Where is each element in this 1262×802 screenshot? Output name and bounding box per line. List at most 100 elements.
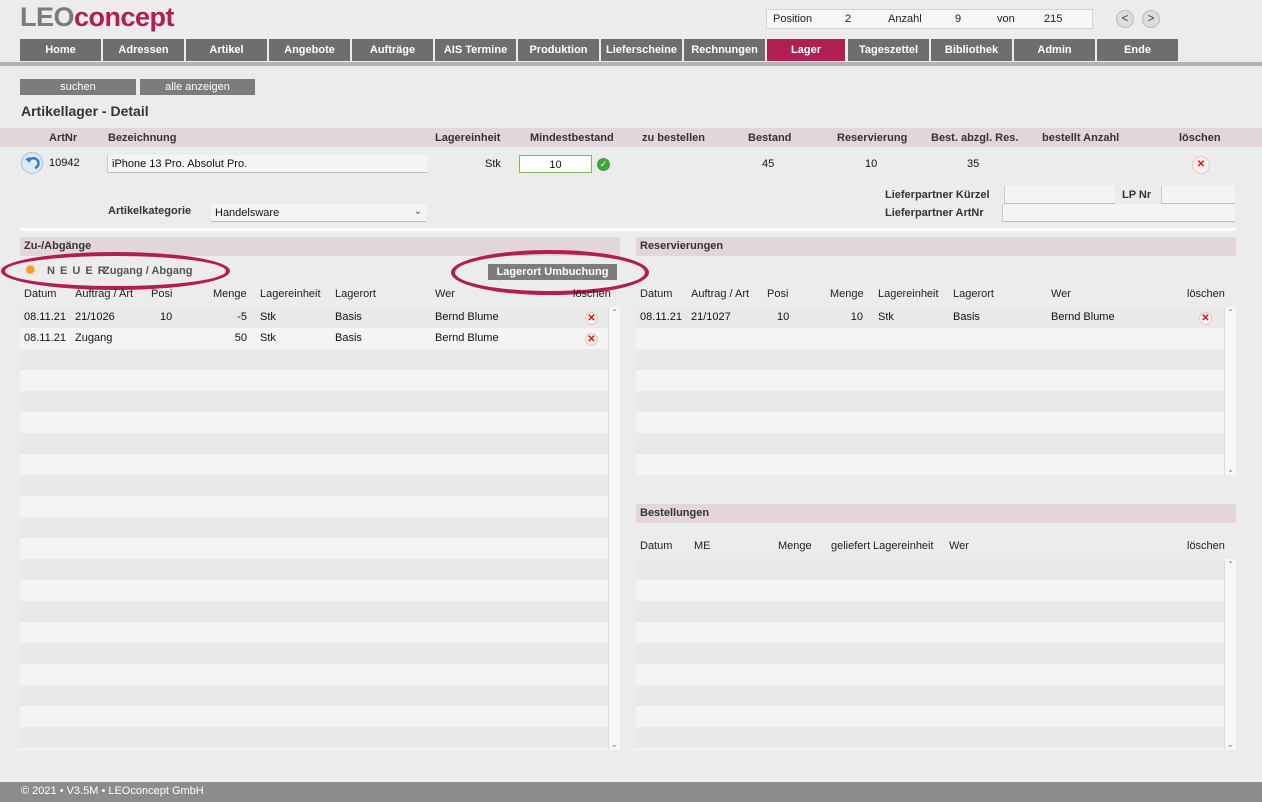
artnr-value: 10942 bbox=[49, 157, 80, 169]
delete-article-icon[interactable]: ✕ bbox=[1192, 156, 1210, 174]
scroll-down-icon[interactable]: ⌄ bbox=[1225, 740, 1236, 749]
reservierungen-scrollbar[interactable]: ⌃ ⌄ bbox=[1224, 307, 1236, 475]
delete-row-icon[interactable]: ✕ bbox=[585, 312, 598, 325]
scroll-down-icon[interactable]: ⌄ bbox=[1225, 465, 1236, 474]
bestellungen-title: Bestellungen bbox=[636, 504, 1236, 523]
z-col-datum: Datum bbox=[24, 288, 57, 300]
row-datum: 08.11.21 bbox=[24, 311, 67, 323]
check-icon: ✓ bbox=[597, 158, 610, 171]
r-col-einheit: Lagereinheit bbox=[878, 288, 939, 300]
r-col-ort: Lagerort bbox=[953, 288, 994, 300]
show-all-button[interactable]: alle anzeigen bbox=[140, 79, 255, 95]
kategorie-select[interactable]: Handelsware ⌄ bbox=[211, 204, 426, 222]
header-lagereinheit: Lagereinheit bbox=[435, 132, 501, 144]
b-col-loeschen: löschen bbox=[1187, 540, 1225, 552]
header-mindestbestand: Mindestbestand bbox=[530, 132, 614, 144]
tab-artikel[interactable]: Artikel bbox=[186, 39, 267, 61]
row-art: 21/1026 bbox=[75, 311, 115, 323]
header-loeschen: löschen bbox=[1179, 132, 1221, 144]
footer: © 2021 • V3.5M • LEOconcept GmbH bbox=[0, 782, 1262, 802]
z-col-art: Auftrag / Art bbox=[75, 288, 134, 300]
lp-kuerzel-label: Lieferpartner Kürzel bbox=[885, 189, 990, 201]
lp-artnr-label: Lieferpartner ArtNr bbox=[885, 207, 984, 219]
header-artnr: ArtNr bbox=[49, 132, 78, 144]
z-col-ort: Lagerort bbox=[335, 288, 376, 300]
row-menge: -5 bbox=[237, 311, 247, 323]
mindestbestand-field[interactable]: 10 bbox=[519, 155, 592, 173]
total-value: 215 bbox=[1044, 13, 1063, 25]
row-ort: Basis bbox=[953, 311, 980, 323]
reservierungen-title: Reservierungen bbox=[636, 237, 1236, 256]
logo-concept: concept bbox=[74, 2, 175, 32]
tab-ende[interactable]: Ende bbox=[1097, 39, 1178, 61]
count-label: Anzahl bbox=[888, 13, 922, 25]
row-art: Zugang bbox=[75, 332, 113, 344]
b-col-geliefert: geliefert bbox=[831, 540, 871, 552]
row-wer: Bernd Blume bbox=[1051, 311, 1115, 323]
bestand-value: 45 bbox=[762, 158, 775, 170]
search-button[interactable]: suchen bbox=[20, 79, 136, 95]
position-value: 2 bbox=[845, 13, 852, 25]
page-title: Artikellager - Detail bbox=[21, 103, 149, 119]
back-arrow-icon bbox=[25, 157, 40, 170]
chevron-down-icon: ⌄ bbox=[413, 206, 422, 217]
back-icon[interactable] bbox=[21, 152, 43, 174]
nav-divider bbox=[0, 62, 1262, 66]
r-col-art: Auftrag / Art bbox=[691, 288, 750, 300]
delete-row-icon[interactable]: ✕ bbox=[585, 333, 598, 346]
tab-adressen[interactable]: Adressen bbox=[103, 39, 184, 61]
lp-nr-field[interactable] bbox=[1161, 186, 1235, 204]
scroll-down-icon[interactable]: ⌄ bbox=[609, 740, 620, 749]
table-row[interactable]: 08.11.21 Zugang 50 Stk Basis Bernd Blume… bbox=[20, 328, 608, 349]
header-reservierung: Reservierung bbox=[837, 132, 908, 144]
next-record-button[interactable]: > bbox=[1142, 10, 1160, 28]
prev-record-button[interactable]: < bbox=[1116, 10, 1134, 28]
tab-produktion[interactable]: Produktion bbox=[518, 39, 599, 61]
zugaenge-scrollbar[interactable]: ⌃ ⌄ bbox=[608, 307, 620, 750]
lp-kuerzel-field[interactable] bbox=[1004, 186, 1115, 204]
table-row[interactable]: 08.11.21 21/1026 10 -5 Stk Basis Bernd B… bbox=[20, 307, 608, 328]
scroll-up-icon[interactable]: ⌃ bbox=[1225, 308, 1236, 317]
kategorie-value: Handelsware bbox=[215, 207, 280, 219]
zugaenge-table bbox=[20, 307, 608, 750]
r-col-wer: Wer bbox=[1051, 288, 1071, 300]
lp-nr-label: LP Nr bbox=[1122, 189, 1152, 201]
lagereinheit-value: Stk bbox=[485, 158, 501, 170]
tab-bibliothek[interactable]: Bibliothek bbox=[931, 39, 1012, 61]
scroll-up-icon[interactable]: ⌃ bbox=[1225, 560, 1236, 569]
row-menge: 50 bbox=[234, 332, 247, 344]
scroll-up-icon[interactable]: ⌃ bbox=[609, 308, 620, 317]
bezeichnung-field[interactable]: iPhone 13 Pro. Absolut Pro. bbox=[107, 155, 427, 173]
row-ort: Basis bbox=[335, 332, 362, 344]
table-row[interactable]: 08.11.21 21/1027 10 10 Stk Basis Bernd B… bbox=[636, 307, 1224, 328]
z-col-wer: Wer bbox=[435, 288, 455, 300]
r-col-menge: Menge bbox=[830, 288, 864, 300]
r-col-loeschen: löschen bbox=[1187, 288, 1225, 300]
record-pager: Position 2 Anzahl 9 von 215 bbox=[766, 9, 1093, 29]
tab-ais-termine[interactable]: AIS Termine bbox=[435, 39, 516, 61]
tab-admin[interactable]: Admin bbox=[1014, 39, 1095, 61]
tab-lieferscheine[interactable]: Lieferscheine bbox=[601, 39, 682, 61]
header-bestand: Bestand bbox=[748, 132, 792, 144]
row-art: 21/1027 bbox=[691, 311, 731, 323]
tab-angebote[interactable]: Angebote bbox=[269, 39, 350, 61]
row-einheit: Stk bbox=[878, 311, 894, 323]
row-wer: Bernd Blume bbox=[435, 332, 499, 344]
lp-artnr-field[interactable] bbox=[1002, 204, 1235, 222]
row-einheit: Stk bbox=[260, 332, 276, 344]
delete-row-icon[interactable]: ✕ bbox=[1199, 312, 1212, 325]
tab-auftraege[interactable]: Aufträge bbox=[352, 39, 433, 61]
logo-leo: LEO bbox=[20, 2, 75, 32]
bestellungen-scrollbar[interactable]: ⌃ ⌄ bbox=[1224, 559, 1236, 750]
tab-lager[interactable]: Lager bbox=[767, 39, 845, 61]
row-posi: 10 bbox=[160, 311, 173, 323]
b-col-datum: Datum bbox=[640, 540, 673, 552]
row-menge: 10 bbox=[850, 311, 863, 323]
logo: LEOconcept bbox=[20, 2, 175, 32]
reservierungen-table bbox=[636, 307, 1224, 475]
tab-home[interactable]: Home bbox=[20, 39, 101, 61]
tab-tageszettel[interactable]: Tageszettel bbox=[848, 39, 929, 61]
row-wer: Bernd Blume bbox=[435, 311, 499, 323]
tab-rechnungen[interactable]: Rechnungen bbox=[684, 39, 765, 61]
z-col-menge: Menge bbox=[213, 288, 247, 300]
